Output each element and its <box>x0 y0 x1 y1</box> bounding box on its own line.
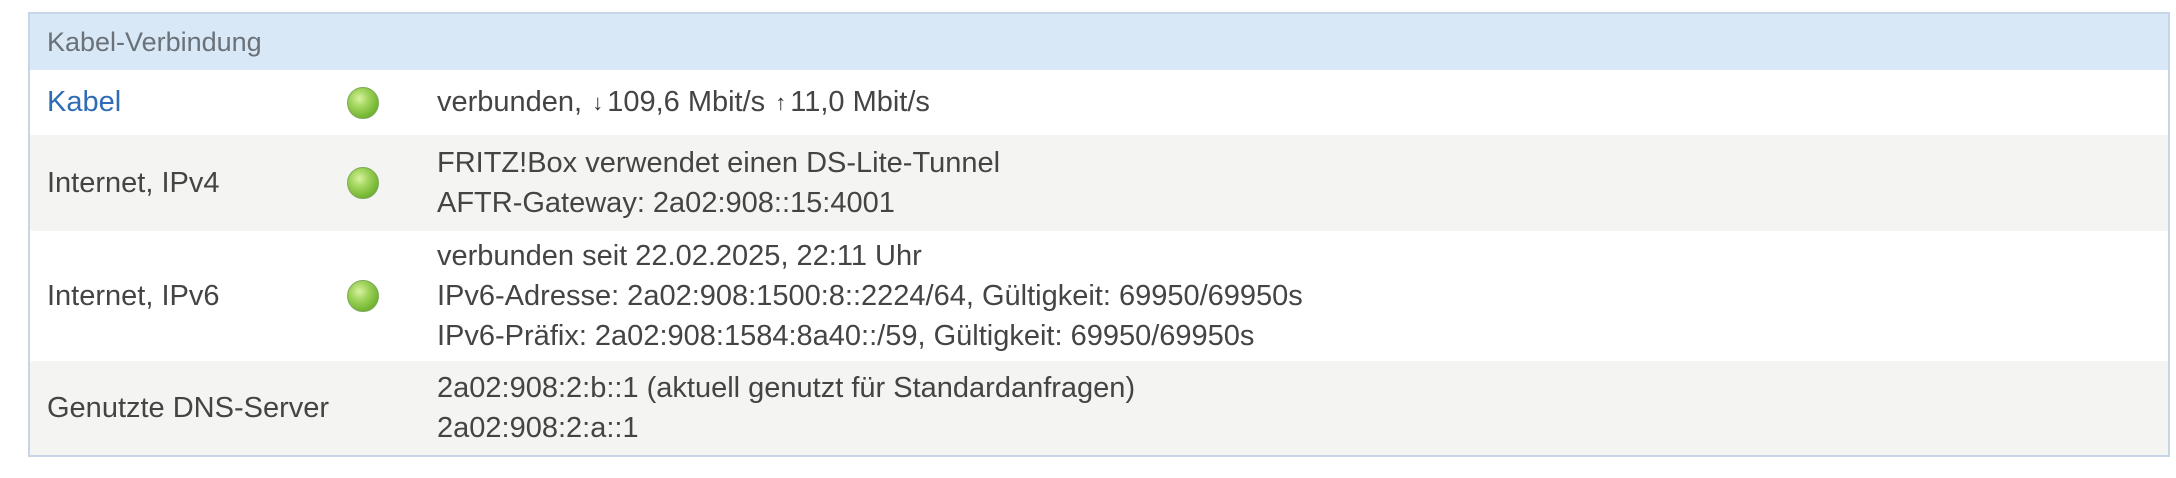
dns-line: 2a02:908:2:a::1 <box>437 412 639 444</box>
status-led-icon <box>347 86 379 119</box>
cable-connection-panel: Kabel-Verbindung Kabel verbunden, ↓ 109,6… <box>28 12 2170 457</box>
upload-rate: 11,0 Mbit/s <box>790 86 930 118</box>
download-arrow-icon: ↓ <box>592 90 604 115</box>
dns-label: Genutzte DNS-Server <box>47 391 330 424</box>
status-led-icon <box>347 167 379 199</box>
download-rate: 109,6 Mbit/s <box>607 86 766 118</box>
cable-status-text: verbunden, <box>437 86 583 118</box>
row-cable: Kabel verbunden, ↓ 109,6 Mbit/s ↑ 11,0 Mbi… <box>30 70 2168 135</box>
ipv4-line: AFTR-Gateway: 2a02:908::15:4001 <box>437 187 895 219</box>
ipv4-value: FRITZ!Box verwendet einen DS-Lite-Tunnel… <box>437 143 2168 223</box>
dns-line: 2a02:908:2:b::1 (aktuell genutzt für Sta… <box>437 372 1136 404</box>
dns-value: 2a02:908:2:b::1 (aktuell genutzt für Sta… <box>437 368 2168 448</box>
ipv4-line: FRITZ!Box verwendet einen DS-Lite-Tunnel <box>437 147 1001 179</box>
ipv6-label: Internet, IPv6 <box>47 279 220 312</box>
cable-status-value: verbunden, ↓ 109,6 Mbit/s ↑ 11,0 Mbit/s <box>437 82 2168 123</box>
ipv6-line: IPv6-Präfix: 2a02:908:1584:8a40::/59, Gü… <box>437 320 1255 352</box>
ipv4-label: Internet, IPv4 <box>47 166 220 199</box>
row-internet-ipv6: Internet, IPv6 verbunden seit 22.02.2025… <box>30 231 2168 361</box>
row-internet-ipv4: Internet, IPv4 FRITZ!Box verwendet einen… <box>30 135 2168 231</box>
ipv6-value: verbunden seit 22.02.2025, 22:11 Uhr IPv… <box>437 236 2168 356</box>
upload-arrow-icon: ↑ <box>775 90 787 115</box>
status-led-icon <box>347 280 379 312</box>
row-dns-servers: Genutzte DNS-Server 2a02:908:2:b::1 (akt… <box>30 361 2168 455</box>
cable-link[interactable]: Kabel <box>30 86 347 119</box>
ipv6-line: IPv6-Adresse: 2a02:908:1500:8::2224/64, … <box>437 280 1303 312</box>
ipv6-line: verbunden seit 22.02.2025, 22:11 Uhr <box>437 240 922 272</box>
panel-title: Kabel-Verbindung <box>30 14 2168 70</box>
